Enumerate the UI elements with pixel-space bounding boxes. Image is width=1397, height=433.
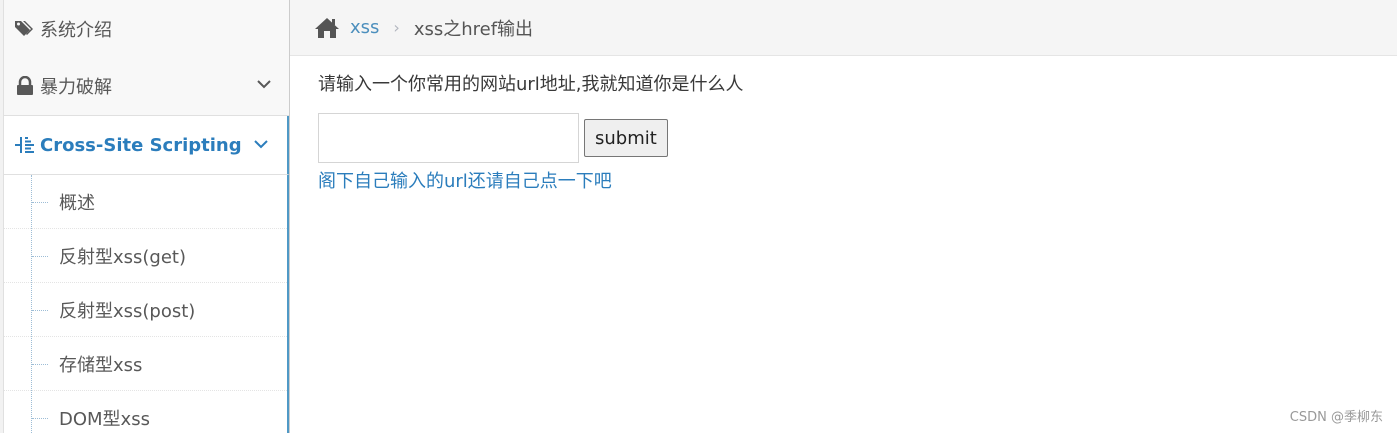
submenu-item-label: DOM型xss [59, 408, 150, 430]
submenu-item-label: 反射型xss(post) [59, 300, 196, 322]
sidebar: 系统介绍 暴力破解 Cross-Site Scripting 概述 反射型xss… [0, 0, 290, 433]
lock-icon [14, 75, 36, 97]
url-input[interactable] [318, 113, 579, 163]
breadcrumb-separator: › [393, 18, 400, 37]
submenu-item-dom[interactable]: DOM型xss [4, 391, 287, 433]
submenu-item-label: 存储型xss [59, 354, 143, 376]
submenu-item-stored[interactable]: 存储型xss [4, 337, 287, 391]
watermark: CSDN @季柳东 [1289, 410, 1383, 425]
sidebar-item-label: Cross-Site Scripting [40, 134, 242, 156]
breadcrumb-link-xss[interactable]: xss [350, 17, 379, 38]
breadcrumb: xss › xss之href输出 [290, 0, 1397, 56]
submit-button[interactable]: submit [584, 119, 668, 157]
submenu-item-reflected-post[interactable]: 反射型xss(post) [4, 283, 287, 337]
sidebar-item-brute-force[interactable]: 暴力破解 [4, 56, 289, 116]
submenu-item-overview[interactable]: 概述 [4, 175, 287, 229]
xss-submenu: 概述 反射型xss(get) 反射型xss(post) 存储型xss DOM型x… [4, 175, 289, 433]
submenu-item-label: 概述 [59, 192, 95, 214]
sidebar-item-system-intro[interactable]: 系统介绍 [4, 0, 289, 58]
main-content: 请输入一个你常用的网站url地址,我就知道你是什么人 submit 阁下自己输入… [318, 70, 744, 192]
sidebar-item-label: 暴力破解 [40, 76, 112, 98]
submenu-item-reflected-get[interactable]: 反射型xss(get) [4, 229, 287, 283]
sidebar-menu: 系统介绍 暴力破解 Cross-Site Scripting 概述 反射型xss… [3, 0, 289, 433]
chevron-down-icon [253, 136, 269, 152]
sidebar-item-label: 系统介绍 [40, 19, 112, 41]
breadcrumb-current: xss之href输出 [413, 18, 534, 40]
home-icon[interactable] [314, 17, 340, 39]
url-form: submit [318, 113, 668, 163]
url-prompt-text: 请输入一个你常用的网站url地址,我就知道你是什么人 [318, 74, 744, 95]
sidebar-item-xss[interactable]: Cross-Site Scripting [4, 116, 289, 175]
list-tree-icon [14, 134, 36, 156]
submenu-item-label: 反射型xss(get) [59, 246, 187, 268]
result-link[interactable]: 阁下自己输入的url还请自己点一下吧 [318, 167, 612, 193]
tags-icon [14, 18, 36, 40]
chevron-down-icon [256, 76, 272, 92]
